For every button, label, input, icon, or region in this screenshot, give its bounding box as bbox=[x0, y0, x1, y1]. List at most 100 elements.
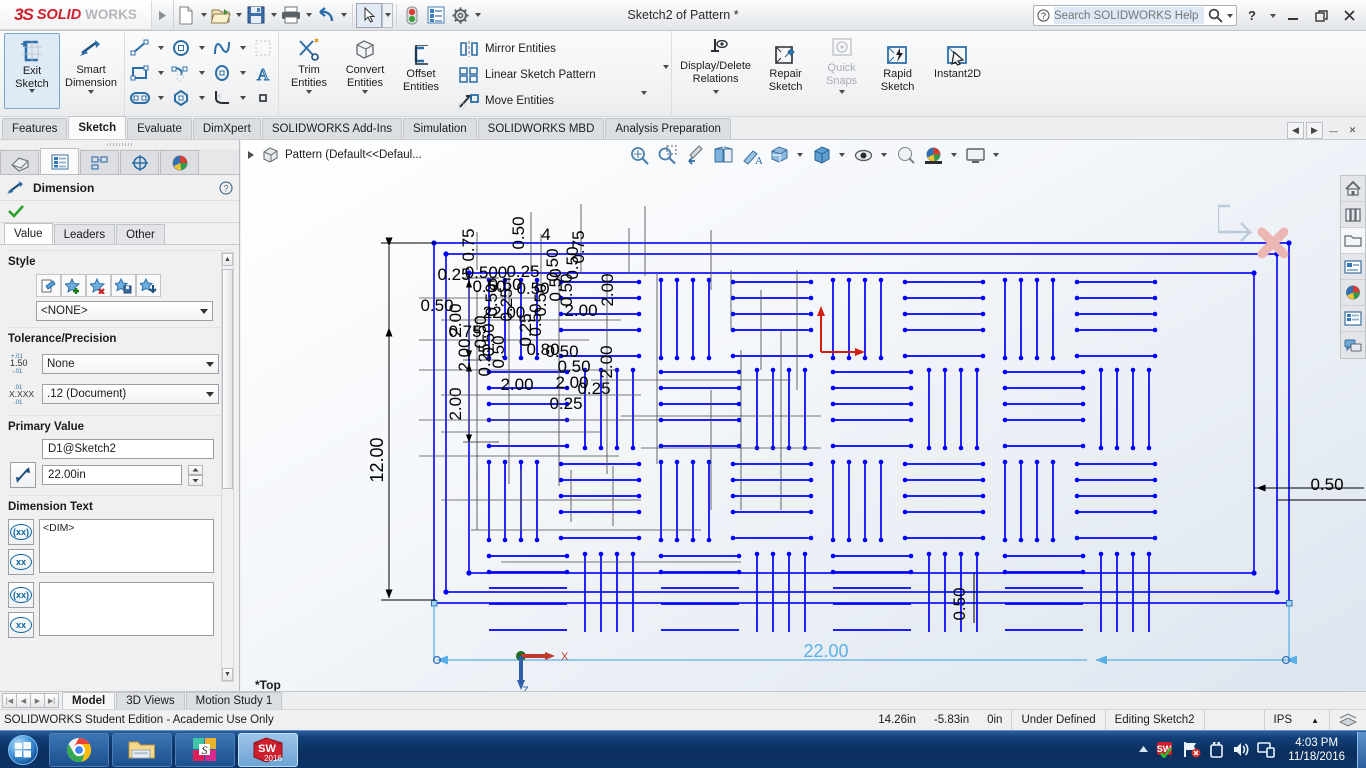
primary-value-section-header[interactable]: Primary Value ⌃ bbox=[8, 415, 231, 437]
accept-button[interactable] bbox=[8, 205, 24, 218]
spinner-up[interactable] bbox=[188, 464, 203, 475]
tab-solidworks-add-ins[interactable]: SOLIDWORKS Add-Ins bbox=[261, 118, 402, 139]
dimension-pitch-2[interactable]: 2.00 bbox=[446, 387, 465, 420]
zoom-to-fit-icon[interactable] bbox=[626, 142, 652, 168]
property-manager-help-button[interactable]: ? bbox=[219, 180, 233, 195]
breadcrumb-expand-arrow[interactable] bbox=[247, 150, 256, 160]
close-button[interactable] bbox=[1336, 4, 1362, 28]
tab-sketch[interactable]: Sketch bbox=[68, 116, 127, 139]
rectangle-dropdown[interactable] bbox=[154, 61, 167, 85]
overlay-icon[interactable] bbox=[1329, 709, 1366, 731]
gear-icon[interactable] bbox=[448, 0, 472, 31]
edit-appearance-icon[interactable]: A bbox=[738, 142, 764, 168]
volume-icon[interactable] bbox=[1232, 741, 1250, 758]
doc-tab-model[interactable]: Model bbox=[62, 692, 116, 709]
configuration-manager-tab[interactable] bbox=[80, 150, 119, 174]
confirmation-corner[interactable] bbox=[1218, 200, 1308, 270]
view-orientation-icon[interactable] bbox=[766, 142, 792, 168]
dimension-label[interactable]: 0.50 bbox=[509, 216, 528, 249]
search-dropdown-caret[interactable] bbox=[1227, 13, 1233, 18]
search-input[interactable] bbox=[1054, 7, 1204, 24]
tolerance-type-select[interactable]: None bbox=[42, 354, 219, 374]
save-button[interactable] bbox=[244, 0, 268, 31]
minimize-ribbon-button[interactable]: — bbox=[1325, 122, 1342, 139]
nav-next-button[interactable]: ▶ bbox=[30, 693, 45, 708]
convert-entities-dropdown[interactable] bbox=[362, 90, 368, 109]
taskbar-chrome[interactable] bbox=[49, 732, 109, 767]
open-document-button[interactable] bbox=[209, 0, 233, 31]
fillet-dropdown[interactable] bbox=[236, 86, 249, 110]
hide-show-items-icon[interactable] bbox=[850, 142, 876, 168]
move-entities-item[interactable]: Move Entities bbox=[455, 88, 669, 114]
taskbar-clock[interactable]: 4:03 PM 11/18/2016 bbox=[1282, 736, 1351, 764]
solidworks-tray-icon[interactable]: SW bbox=[1156, 741, 1175, 758]
delete-style-icon[interactable] bbox=[86, 274, 111, 297]
scroll-thumb[interactable] bbox=[222, 269, 233, 489]
spline-icon[interactable] bbox=[209, 36, 235, 60]
property-manager-tab[interactable] bbox=[40, 148, 79, 174]
dimension-height-text[interactable]: 12.00 bbox=[367, 437, 387, 482]
view-orientation-dropdown[interactable] bbox=[794, 142, 806, 168]
close-document-button[interactable]: ✕ bbox=[1344, 122, 1361, 139]
exit-sketch-dropdown[interactable] bbox=[29, 89, 35, 108]
panel-grip[interactable] bbox=[0, 140, 239, 149]
display-icon[interactable] bbox=[1257, 741, 1276, 758]
display-delete-relations-dropdown[interactable] bbox=[712, 90, 719, 109]
slot-icon[interactable] bbox=[127, 86, 153, 110]
linear-sketch-pattern-dropdown[interactable] bbox=[662, 65, 669, 81]
tolerance-section-header[interactable]: Tolerance/Precision ⌃ bbox=[8, 327, 231, 349]
tab-solidworks-mbd[interactable]: SOLIDWORKS MBD bbox=[477, 118, 605, 139]
solidworks-logo[interactable]: 3S SOLID WORKS bbox=[0, 0, 152, 30]
style-select[interactable]: <NONE> bbox=[36, 301, 213, 321]
linear-sketch-pattern-item[interactable]: Linear Sketch Pattern bbox=[455, 62, 669, 88]
flash-drive-icon[interactable] bbox=[1208, 741, 1225, 758]
repair-sketch-button[interactable]: Repair Sketch bbox=[758, 33, 814, 109]
point-icon[interactable] bbox=[250, 86, 276, 110]
text-a-icon[interactable]: A bbox=[250, 61, 276, 85]
dimension-label[interactable]: 0.25 bbox=[549, 394, 582, 413]
add-style-icon[interactable] bbox=[61, 274, 86, 297]
save-style-icon[interactable] bbox=[111, 274, 136, 297]
apply-default-style-icon[interactable] bbox=[36, 274, 61, 297]
dimension-name-field[interactable]: D1@Sketch2 bbox=[42, 439, 214, 459]
dimension-label[interactable]: 0.50 bbox=[420, 296, 453, 315]
scroll-up-arrow[interactable]: ▲ bbox=[222, 253, 233, 266]
pin-right-button[interactable]: ▶ bbox=[1306, 122, 1323, 139]
taskbar-explorer[interactable] bbox=[112, 732, 172, 767]
show-desktop-button[interactable] bbox=[1357, 731, 1366, 768]
rectangle-icon[interactable] bbox=[127, 61, 153, 85]
dimension-label[interactable]: 2.00 bbox=[455, 338, 474, 371]
circle-icon[interactable] bbox=[168, 36, 194, 60]
pin-left-button[interactable]: ◀ bbox=[1287, 122, 1304, 139]
justify-center-icon[interactable]: (xx) bbox=[8, 519, 34, 545]
dimension-width-text[interactable]: 22.00 bbox=[803, 641, 848, 661]
tab-leaders[interactable]: Leaders bbox=[53, 224, 116, 244]
help-search-box[interactable]: ? bbox=[1033, 5, 1237, 26]
nav-first-button[interactable]: |◀ bbox=[2, 693, 17, 708]
smart-dimension-button[interactable]: Smart Dimension bbox=[60, 33, 122, 109]
print-dropdown[interactable] bbox=[303, 0, 314, 31]
display-manager-tab[interactable] bbox=[160, 150, 199, 174]
display-delete-relations-button[interactable]: Display/Delete Relations bbox=[674, 33, 758, 109]
new-document-button[interactable] bbox=[174, 0, 198, 31]
offset-entities-button[interactable]: Offset Entities bbox=[393, 33, 449, 109]
appearances-icon[interactable] bbox=[920, 142, 946, 168]
dimension-label[interactable]: 2.00 bbox=[598, 273, 617, 306]
help-button[interactable]: ? bbox=[1239, 4, 1265, 28]
tab-features[interactable]: Features bbox=[2, 118, 68, 139]
scroll-down-arrow[interactable]: ▼ bbox=[222, 668, 233, 681]
status-units[interactable]: IPS bbox=[1263, 709, 1302, 731]
dimension-label[interactable]: 0.50 bbox=[489, 335, 508, 368]
tab-value[interactable]: Value bbox=[4, 223, 53, 244]
tab-other[interactable]: Other bbox=[116, 224, 165, 244]
display-style-dropdown[interactable] bbox=[836, 142, 848, 168]
menu-expand-arrow[interactable] bbox=[152, 0, 174, 31]
taskbar-slack[interactable]: S bbox=[175, 732, 235, 767]
dimension-text-section-header[interactable]: Dimension Text ⌃ bbox=[8, 495, 231, 517]
undo-dropdown[interactable] bbox=[338, 0, 349, 31]
line-dropdown[interactable] bbox=[154, 36, 167, 60]
slot-dropdown[interactable] bbox=[154, 86, 167, 110]
convert-entities-button[interactable]: Convert Entities bbox=[337, 33, 393, 109]
new-document-dropdown[interactable] bbox=[198, 0, 209, 31]
save-dropdown[interactable] bbox=[268, 0, 279, 31]
